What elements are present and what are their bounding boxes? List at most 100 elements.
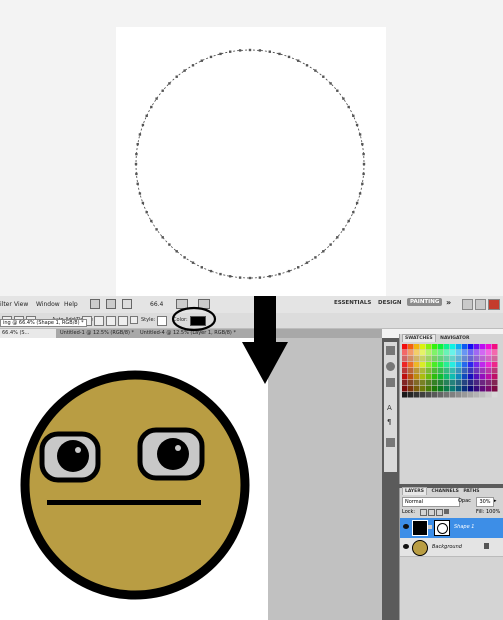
swatch[interactable] xyxy=(426,386,432,392)
swatch[interactable] xyxy=(450,380,456,386)
swatch[interactable] xyxy=(432,392,438,398)
swatch[interactable] xyxy=(492,368,498,374)
swatch[interactable] xyxy=(492,386,498,392)
swatch[interactable] xyxy=(468,344,474,350)
swatch[interactable] xyxy=(456,368,462,374)
swatch[interactable] xyxy=(444,374,450,380)
tab-paths[interactable]: PATHS xyxy=(463,489,479,494)
swatch[interactable] xyxy=(462,362,468,368)
swatch[interactable] xyxy=(480,380,486,386)
swatch[interactable] xyxy=(408,386,414,392)
swatch[interactable] xyxy=(468,374,474,380)
swatch[interactable] xyxy=(474,344,480,350)
swatch[interactable] xyxy=(444,368,450,374)
swatch[interactable] xyxy=(438,380,444,386)
opacity-field[interactable]: 30% xyxy=(476,497,494,507)
swatch[interactable] xyxy=(450,374,456,380)
swatch[interactable] xyxy=(468,368,474,374)
fill-field[interactable]: Fill: 100% xyxy=(476,509,500,515)
swatch[interactable] xyxy=(438,350,444,356)
swatch[interactable] xyxy=(432,362,438,368)
swatch[interactable] xyxy=(474,380,480,386)
swatch[interactable] xyxy=(456,344,462,350)
swatch[interactable] xyxy=(462,350,468,356)
swatch[interactable] xyxy=(456,362,462,368)
lock-all-icon[interactable] xyxy=(444,509,449,514)
swatch[interactable] xyxy=(414,350,420,356)
swatch[interactable] xyxy=(438,386,444,392)
clone-source-icon[interactable] xyxy=(386,438,395,447)
adjustments-icon[interactable] xyxy=(386,362,395,371)
visibility-eye-icon[interactable] xyxy=(403,544,409,549)
swatch[interactable] xyxy=(414,344,420,350)
swatch[interactable] xyxy=(444,392,450,398)
swatch[interactable] xyxy=(420,344,426,350)
swatch[interactable] xyxy=(426,344,432,350)
swatch[interactable] xyxy=(414,392,420,398)
swatch[interactable] xyxy=(438,368,444,374)
swatch[interactable] xyxy=(450,356,456,362)
swatch[interactable] xyxy=(492,380,498,386)
swatch[interactable] xyxy=(474,350,480,356)
swatch[interactable] xyxy=(426,350,432,356)
tab-swatches[interactable]: SWATCHES xyxy=(402,334,436,342)
swatch[interactable] xyxy=(450,362,456,368)
swatch[interactable] xyxy=(408,344,414,350)
swatch[interactable] xyxy=(462,380,468,386)
swatch[interactable] xyxy=(462,368,468,374)
lock-position-icon[interactable] xyxy=(436,509,443,516)
swatch[interactable] xyxy=(480,356,486,362)
swatch[interactable] xyxy=(480,386,486,392)
swatch[interactable] xyxy=(486,380,492,386)
swatch[interactable] xyxy=(486,350,492,356)
swatch[interactable] xyxy=(432,374,438,380)
blend-mode-select[interactable]: Normal xyxy=(402,497,460,507)
swatch[interactable] xyxy=(432,350,438,356)
swatch[interactable] xyxy=(462,344,468,350)
swatch[interactable] xyxy=(420,350,426,356)
swatch[interactable] xyxy=(492,362,498,368)
swatch[interactable] xyxy=(432,380,438,386)
swatch[interactable] xyxy=(480,374,486,380)
swatch[interactable] xyxy=(432,344,438,350)
swatch[interactable] xyxy=(486,374,492,380)
swatch[interactable] xyxy=(480,368,486,374)
swatch[interactable] xyxy=(450,368,456,374)
swatch[interactable] xyxy=(480,344,486,350)
swatch[interactable] xyxy=(474,392,480,398)
swatch[interactable] xyxy=(402,386,408,392)
swatch[interactable] xyxy=(414,374,420,380)
swatch[interactable] xyxy=(438,356,444,362)
swatch[interactable] xyxy=(462,392,468,398)
swatch[interactable] xyxy=(450,392,456,398)
swatch[interactable] xyxy=(414,380,420,386)
swatch[interactable] xyxy=(420,380,426,386)
swatch[interactable] xyxy=(408,374,414,380)
swatch[interactable] xyxy=(492,374,498,380)
paragraph-icon[interactable]: ¶ xyxy=(387,418,391,426)
swatch[interactable] xyxy=(402,380,408,386)
swatch[interactable] xyxy=(414,362,420,368)
swatch[interactable] xyxy=(420,374,426,380)
swatch[interactable] xyxy=(420,392,426,398)
swatch[interactable] xyxy=(462,374,468,380)
swatch[interactable] xyxy=(468,362,474,368)
swatch[interactable] xyxy=(468,350,474,356)
swatch[interactable] xyxy=(444,350,450,356)
swatch[interactable] xyxy=(462,386,468,392)
swatch[interactable] xyxy=(432,356,438,362)
swatch[interactable] xyxy=(408,392,414,398)
swatch[interactable] xyxy=(408,362,414,368)
layer-row-shape-1[interactable]: Shape 1 xyxy=(400,518,503,538)
swatch[interactable] xyxy=(402,374,408,380)
swatch[interactable] xyxy=(456,380,462,386)
swatch[interactable] xyxy=(474,386,480,392)
swatch[interactable] xyxy=(438,362,444,368)
swatch[interactable] xyxy=(480,392,486,398)
tab-navigator[interactable]: NAVIGATOR xyxy=(440,336,469,341)
swatch[interactable] xyxy=(426,392,432,398)
swatch[interactable] xyxy=(444,362,450,368)
swatch[interactable] xyxy=(480,362,486,368)
swatch[interactable] xyxy=(426,362,432,368)
swatch[interactable] xyxy=(426,380,432,386)
